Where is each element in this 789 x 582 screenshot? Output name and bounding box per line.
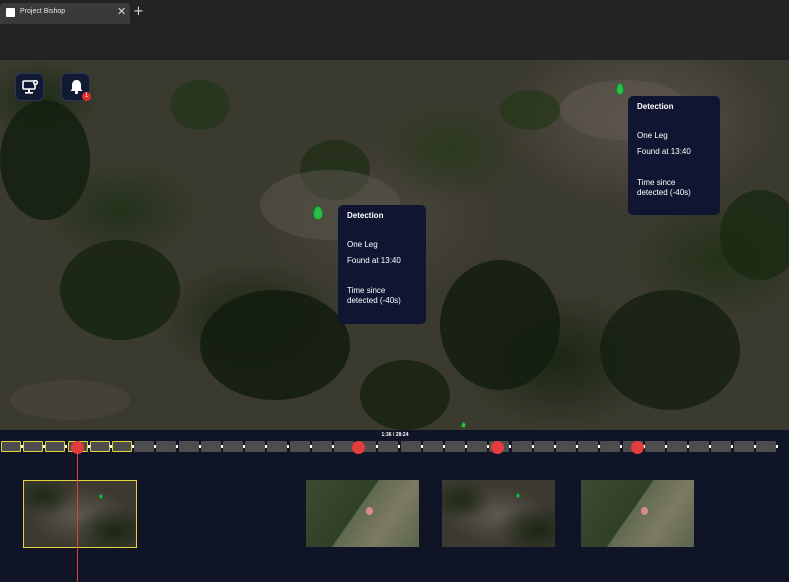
detection-time-since-label: Time since: [347, 286, 386, 295]
timeline-segment[interactable]: [533, 441, 554, 452]
thumbnail-2[interactable]: [306, 480, 419, 547]
thumbnail-4[interactable]: [581, 480, 694, 547]
thumbnail-3[interactable]: [442, 480, 555, 547]
detection-marker: [516, 493, 520, 498]
timeline-segment[interactable]: [445, 441, 465, 452]
timeline-segment[interactable]: [178, 441, 199, 452]
playhead-line[interactable]: [77, 447, 78, 582]
tree-cluster: [200, 290, 350, 400]
timeline-segment[interactable]: [755, 441, 776, 452]
timeline-segment[interactable]: [200, 441, 221, 452]
timeline-segment[interactable]: [600, 441, 621, 452]
timeline-segment[interactable]: [556, 441, 576, 452]
person-icon: [366, 507, 373, 515]
display-settings-button[interactable]: [15, 73, 44, 101]
detection-found-time: Found at 13:40: [347, 256, 401, 265]
timeline-segment[interactable]: [267, 441, 288, 452]
timeline-segment[interactable]: [245, 441, 266, 452]
detection-found-time: Found at 13:40: [637, 147, 691, 156]
timeline-track[interactable]: [0, 441, 789, 454]
timeline-segment[interactable]: [112, 441, 132, 452]
detection-event-dot[interactable]: [352, 441, 365, 454]
timeline-segment[interactable]: [23, 441, 44, 452]
clearing: [10, 380, 130, 420]
tree-cluster: [0, 100, 90, 220]
detection-object: One Leg: [637, 131, 668, 140]
browser-tab-bar: Project Bishop ✕ +: [0, 0, 789, 60]
person-icon: [641, 507, 648, 515]
detection-marker[interactable]: [616, 83, 624, 95]
timeline-segment[interactable]: [578, 441, 599, 452]
timeline-segment[interactable]: [156, 441, 177, 452]
new-tab-button[interactable]: +: [133, 4, 144, 19]
timeline-segment[interactable]: [378, 441, 399, 452]
detection-event-dot[interactable]: [491, 441, 504, 454]
timeline-segment[interactable]: [400, 441, 421, 452]
alert-count-badge: 1: [82, 92, 91, 101]
tree-cluster: [360, 360, 450, 430]
popup-title: Detection: [347, 211, 384, 220]
detection-event-dot[interactable]: [631, 441, 644, 454]
timeline-segment[interactable]: [422, 441, 443, 452]
detection-time-since-value: detected (-40s): [347, 296, 401, 305]
timeline-segment[interactable]: [45, 441, 66, 452]
detection-popup[interactable]: Detection One Leg Found at 13:40 Time si…: [628, 96, 720, 215]
timeline-segment[interactable]: [511, 441, 532, 452]
aerial-map-view[interactable]: 1 Detection One Leg Found at 13:40 Time …: [0, 60, 789, 430]
detection-time-since-label: Time since: [637, 178, 676, 187]
timeline-segment[interactable]: [311, 441, 332, 452]
detection-popup[interactable]: Detection One Leg Found at 13:40 Time si…: [338, 205, 426, 324]
tree-cluster: [440, 260, 560, 390]
video-timeline: 1:36 / 28:24: [0, 430, 789, 582]
timeline-segment[interactable]: [1, 441, 21, 452]
timeline-segment[interactable]: [334, 441, 354, 452]
monitor-settings-icon: [22, 79, 39, 94]
playback-time: 1:36 / 28:24: [381, 432, 409, 438]
tab-title: Project Bishop: [20, 8, 66, 15]
detection-marker[interactable]: [313, 206, 323, 220]
timeline-segment[interactable]: [134, 441, 155, 452]
detection-marker[interactable]: [461, 422, 466, 428]
timeline-segment[interactable]: [667, 441, 687, 452]
timeline-segment[interactable]: [733, 441, 754, 452]
detection-time-since-value: detected (-40s): [637, 188, 691, 197]
timeline-segment[interactable]: [644, 441, 665, 452]
favicon-icon: [6, 8, 15, 17]
tab-project-bishop[interactable]: Project Bishop ✕: [0, 3, 130, 24]
timeline-segment[interactable]: [467, 441, 488, 452]
tree-cluster: [600, 290, 740, 410]
tree-cluster: [170, 80, 230, 130]
timeline-segment[interactable]: [289, 441, 310, 452]
timeline-tick: [775, 445, 778, 448]
timeline-segment[interactable]: [223, 441, 243, 452]
popup-title: Detection: [637, 102, 674, 111]
timeline-segment[interactable]: [689, 441, 710, 452]
tree-cluster: [500, 90, 560, 130]
thumbnail-1[interactable]: [23, 480, 137, 548]
close-tab-icon[interactable]: ✕: [117, 5, 126, 19]
alerts-button[interactable]: 1: [61, 73, 91, 101]
timeline-segment[interactable]: [711, 441, 732, 452]
tree-cluster: [720, 190, 789, 280]
detection-marker: [99, 494, 103, 499]
timeline-segment[interactable]: [89, 441, 110, 452]
tree-cluster: [60, 240, 180, 340]
detection-object: One Leg: [347, 240, 378, 249]
